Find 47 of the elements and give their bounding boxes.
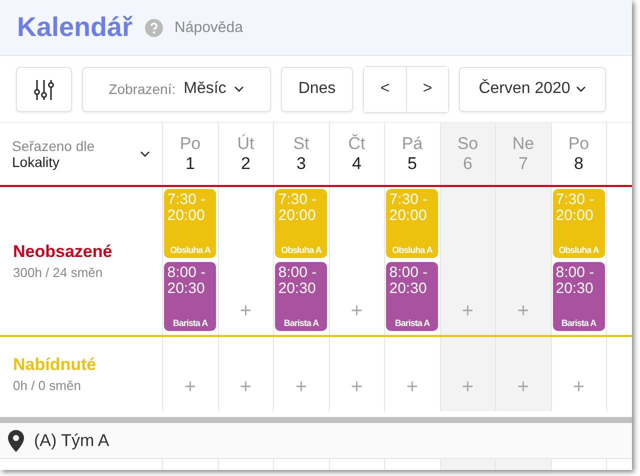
page-title: Kalendář [17, 12, 133, 43]
shift-card[interactable]: 7:30 - 20:00 Obsluha A [386, 189, 438, 258]
shift-card[interactable]: 8:00 - 20:30 Barista A [386, 262, 438, 331]
shift-card[interactable]: 7:30 - 20:00 Obsluha A [275, 189, 328, 258]
shift-card[interactable]: 8:00 - 20:30 Barista A [275, 262, 328, 331]
chevron-down-icon [576, 86, 586, 92]
add-shift-button[interactable]: + [517, 376, 530, 399]
previous-button[interactable]: < [364, 66, 406, 112]
shift-card[interactable]: 7:30 - 20:00 Obsluha A [552, 189, 605, 258]
day-header: Pá 5 [384, 122, 440, 185]
day-header: Út 2 [218, 122, 273, 185]
day-header: Čt 4 [328, 122, 384, 185]
chevron-down-icon [234, 86, 244, 92]
add-shift-button[interactable]: + [406, 376, 418, 399]
add-shift-button[interactable]: + [350, 300, 363, 323]
row-summary: 300h / 24 směn [13, 265, 104, 280]
help-link[interactable]: Nápověda [174, 19, 243, 36]
sliders-icon [33, 78, 55, 100]
shift-card[interactable]: 8:00 - 20:30 Barista A [164, 262, 216, 331]
add-shift-button[interactable]: + [350, 376, 363, 399]
day-header: Ne 7 [495, 122, 550, 185]
row-summary: 0h / 0 směn [13, 378, 82, 393]
add-shift-button[interactable]: + [295, 376, 308, 399]
add-shift-button[interactable]: + [240, 300, 252, 323]
add-shift-button[interactable]: + [462, 376, 474, 399]
day-header: Po 8 [550, 122, 606, 185]
shift-card[interactable]: 7:30 - 20:00 Obsluha A [164, 189, 216, 258]
add-shift-button[interactable]: + [240, 376, 252, 399]
view-dropdown[interactable]: Zobrazení: Měsíc [82, 66, 271, 112]
add-shift-button[interactable]: + [517, 300, 530, 323]
next-button[interactable]: > [406, 66, 448, 112]
month-dropdown[interactable]: Červen 2020 [459, 66, 606, 112]
location-pin-icon [8, 430, 24, 452]
shift-card[interactable]: 8:00 - 20:30 Barista A [552, 262, 605, 331]
day-header: So 6 [440, 122, 495, 185]
help-icon [144, 18, 163, 36]
row-title: Neobsazené [13, 242, 114, 262]
filter-button[interactable] [16, 66, 72, 112]
row-title: Nabídnuté [13, 355, 98, 375]
add-shift-button[interactable]: + [184, 376, 196, 399]
chevron-down-icon [140, 151, 150, 157]
day-header: St 3 [273, 122, 328, 185]
location-name: (A) Tým A [34, 430, 110, 450]
add-shift-button[interactable]: + [462, 300, 474, 323]
add-shift-button[interactable]: + [572, 376, 585, 399]
today-button[interactable]: Dnes [281, 66, 353, 112]
day-header: Po 1 [162, 122, 218, 185]
